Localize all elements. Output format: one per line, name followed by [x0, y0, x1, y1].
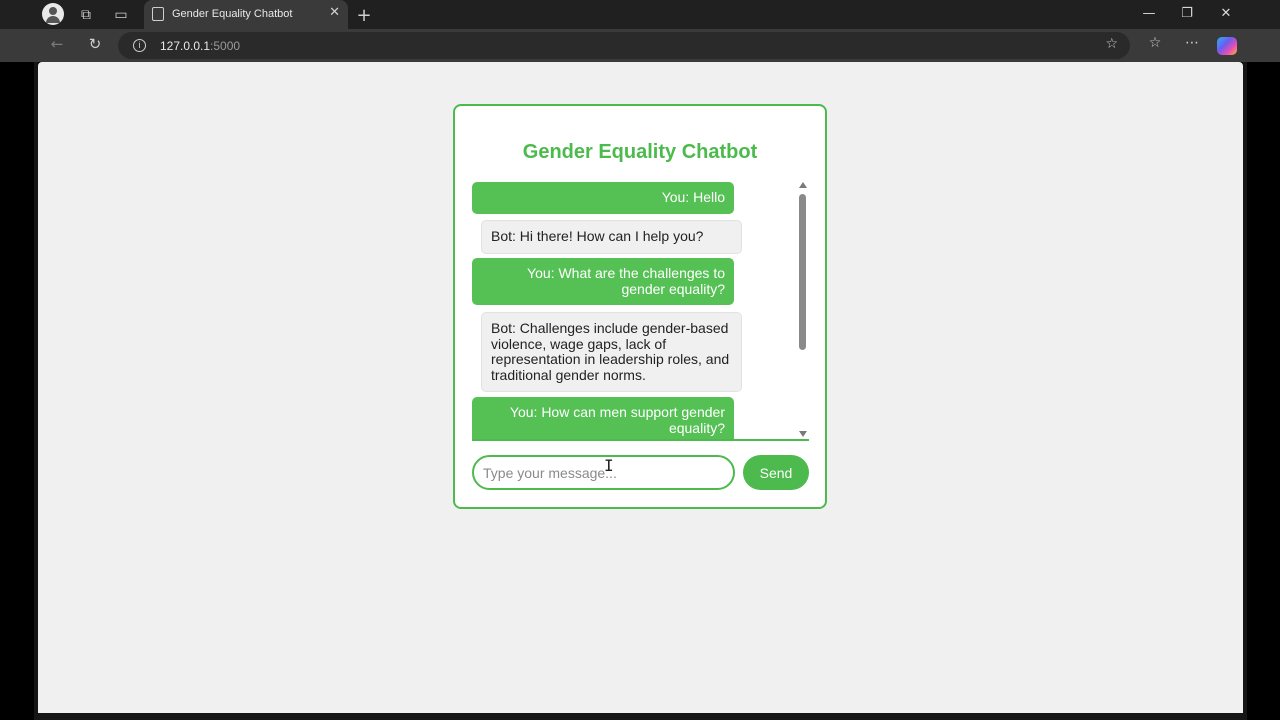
- chat-container: Gender Equality Chatbot You: Hello Bot: …: [453, 104, 827, 509]
- workspaces-icon[interactable]: ⧉: [75, 4, 97, 26]
- tab-actions-icon[interactable]: ▭: [110, 4, 132, 26]
- scroll-down-arrow-icon[interactable]: [799, 431, 807, 437]
- messages-scrollbar[interactable]: [797, 182, 809, 439]
- restore-icon[interactable]: ❐: [1177, 6, 1197, 24]
- message-input-row: Send: [472, 455, 809, 491]
- user-message: You: What are the challenges to gender e…: [472, 258, 734, 306]
- text-cursor-icon: I: [604, 456, 614, 475]
- window-frame-bottom: [34, 713, 1247, 720]
- window-frame-right: [1243, 62, 1247, 720]
- send-button[interactable]: Send: [743, 455, 809, 490]
- close-tab-icon[interactable]: ✕: [329, 5, 340, 20]
- tab-title: Gender Equality Chatbot: [172, 8, 293, 20]
- url-host: 127.0.0.1: [160, 39, 211, 53]
- close-window-icon[interactable]: ✕: [1216, 6, 1236, 24]
- tab-active[interactable]: Gender Equality Chatbot ✕: [144, 0, 348, 29]
- scroll-up-arrow-icon[interactable]: [799, 182, 807, 188]
- minimize-icon[interactable]: —: [1139, 6, 1159, 24]
- copilot-icon[interactable]: [1217, 37, 1237, 55]
- reload-icon[interactable]: ↻: [85, 35, 105, 55]
- address-bar[interactable]: i 127.0.0.1:5000 ☆: [118, 32, 1130, 59]
- page-icon: [152, 7, 164, 21]
- scroll-thumb[interactable]: [799, 194, 806, 350]
- bot-message: Bot: Hi there! How can I help you?: [481, 220, 742, 254]
- user-message: You: How can men support gender equality…: [472, 397, 734, 439]
- user-message: You: Hello: [472, 182, 734, 214]
- new-tab-icon[interactable]: +: [353, 4, 375, 26]
- favorites-icon[interactable]: ☆: [1145, 35, 1165, 55]
- page-title: Gender Equality Chatbot: [522, 141, 758, 163]
- bot-message: Bot: Challenges include gender-based vio…: [481, 312, 742, 393]
- url-text: 127.0.0.1:5000: [160, 39, 240, 53]
- star-icon[interactable]: ☆: [1105, 36, 1118, 52]
- page-viewport: Gender Equality Chatbot You: Hello Bot: …: [38, 62, 1243, 713]
- more-icon[interactable]: ⋯: [1182, 35, 1202, 55]
- browser-toolbar: ← ↻ i 127.0.0.1:5000 ☆ ☆ ⋯: [0, 29, 1280, 62]
- browser-tab-bar: ⧉ ▭ Gender Equality Chatbot ✕ + — ❐ ✕: [0, 0, 1280, 29]
- profile-icon[interactable]: [42, 3, 64, 25]
- info-icon[interactable]: i: [133, 39, 146, 52]
- back-arrow-icon[interactable]: ←: [47, 35, 67, 55]
- url-port: :5000: [210, 39, 241, 53]
- chat-messages[interactable]: You: Hello Bot: Hi there! How can I help…: [472, 182, 809, 441]
